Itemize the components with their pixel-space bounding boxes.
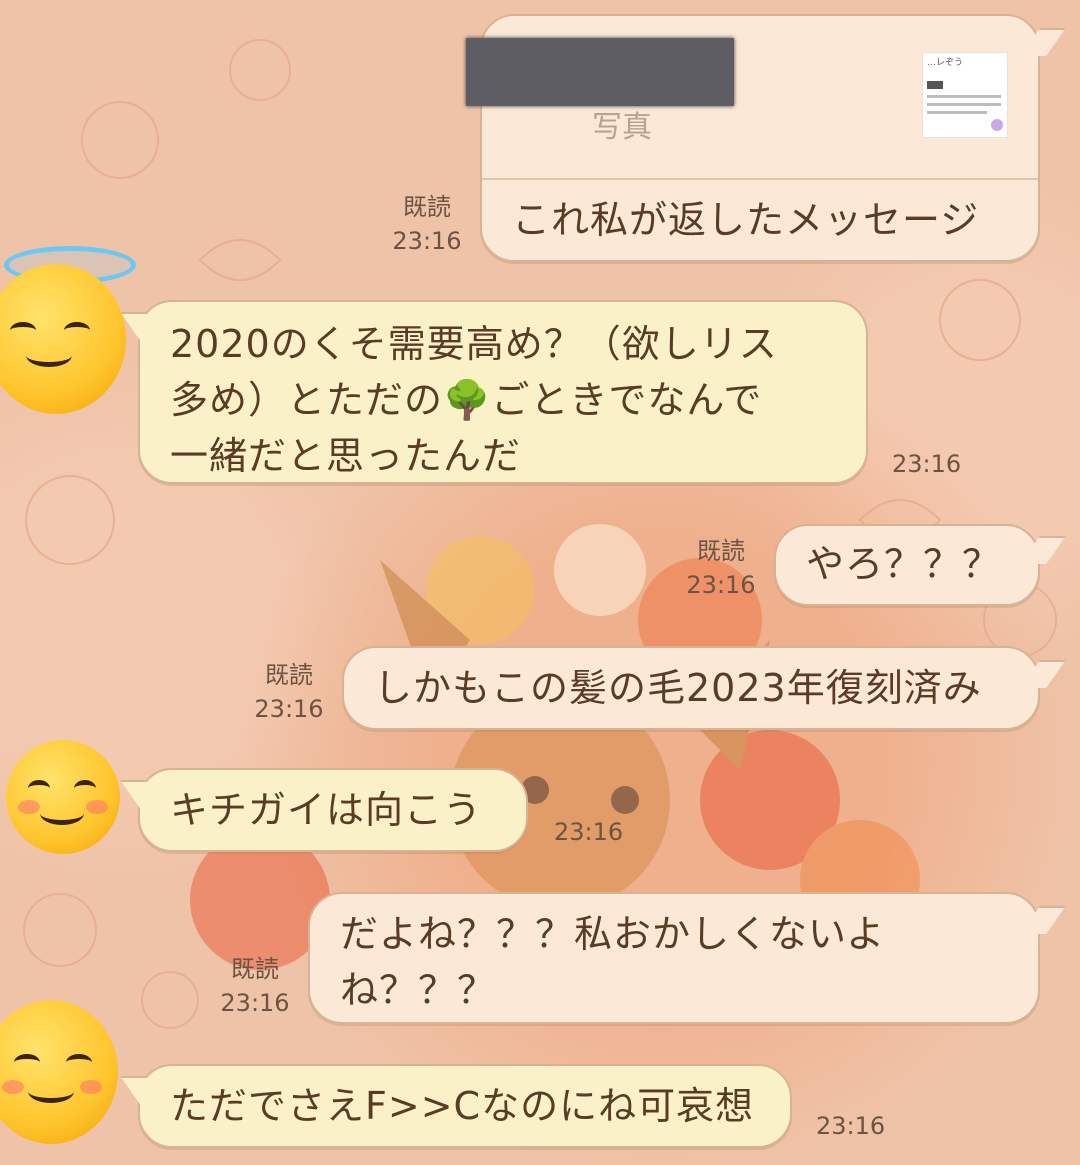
avatar-eye (14, 1054, 40, 1071)
timestamp: 23:16 (554, 818, 624, 846)
message-bubble-outgoing[interactable]: しかもこの髪の毛2023年復刻済み (342, 646, 1040, 730)
avatar-mouth (28, 1080, 74, 1103)
read-receipt-6: 既読 23:16 (210, 952, 300, 1020)
message-text: だよね？？？私おかしくないよ ね？？？ (340, 912, 886, 1012)
avatar-eye (74, 780, 96, 797)
read-label: 既読 (265, 661, 313, 689)
avatar-eye (66, 1054, 92, 1071)
avatar-eye (28, 780, 50, 797)
message-bubble-outgoing[interactable]: だよね？？？私おかしくないよ ね？？？ (308, 892, 1040, 1024)
avatar-blush (2, 1080, 24, 1094)
quoted-photo-preview[interactable]: 写真 …レぞう (466, 16, 1038, 180)
avatar-blush (86, 800, 108, 814)
message-text: キチガイは向こう (170, 788, 483, 832)
timestamp: 23:16 (254, 695, 324, 723)
read-receipt-4: 既読 23:16 (244, 658, 334, 726)
avatar-eye (64, 322, 90, 339)
read-label: 既読 (403, 193, 451, 221)
message-bubble-incoming[interactable]: キチガイは向こう (138, 768, 528, 852)
read-receipt-3: 既読 23:16 (676, 534, 766, 602)
message-text: やろ？？？ (806, 542, 1002, 586)
avatar-blush (18, 800, 40, 814)
thumbnail-line (927, 103, 1001, 106)
message-bubble-incoming[interactable]: ただでさえF>>Cなのにね可哀想 (138, 1064, 792, 1148)
message-bubble-quoted[interactable]: 写真 …レぞう これ私が返したメッセージ (466, 14, 1040, 262)
read-label: 既読 (697, 537, 745, 565)
avatar-eye (10, 322, 36, 339)
message-bubble-incoming[interactable]: 2020のくそ需要高め？（欲しリス 多め）とただの🌳ごときでなんで 一緒だと思っ… (138, 300, 868, 484)
message-text: 2020のくそ需要高め？（欲しリス 多め）とただの🌳ごときでなんで 一緒だと思っ… (170, 322, 778, 478)
timestamp: 23:16 (816, 1112, 886, 1140)
avatar-mouth (40, 802, 84, 825)
avatar-blush (80, 1080, 102, 1094)
redaction-block (466, 38, 734, 106)
timestamp: 23:16 (220, 989, 290, 1017)
timestamp: 23:16 (686, 571, 756, 599)
thumbnail-line (927, 111, 987, 114)
message-bubble-outgoing[interactable]: やろ？？？ (774, 524, 1040, 606)
read-label: 既読 (231, 955, 279, 983)
avatar-smiling-face[interactable] (6, 740, 120, 854)
message-text: これ私が返したメッセージ (512, 198, 980, 242)
thumbnail-caption: …レぞう (927, 58, 964, 68)
timestamp: 23:16 (392, 227, 462, 255)
timestamp: 23:16 (892, 450, 962, 478)
avatar-mouth (26, 344, 72, 367)
message-text: ただでさえF>>Cなのにね可哀想 (170, 1084, 755, 1128)
thumbnail-dot (991, 119, 1003, 131)
thumbnail-line (927, 95, 1001, 98)
thumbnail-line (927, 81, 943, 89)
read-receipt-1: 既読 23:16 (382, 190, 472, 258)
quoted-label: 写真 (592, 110, 652, 145)
message-text: しかもこの髪の毛2023年復刻済み (374, 666, 982, 710)
photo-thumbnail[interactable]: …レぞう (922, 52, 1008, 138)
